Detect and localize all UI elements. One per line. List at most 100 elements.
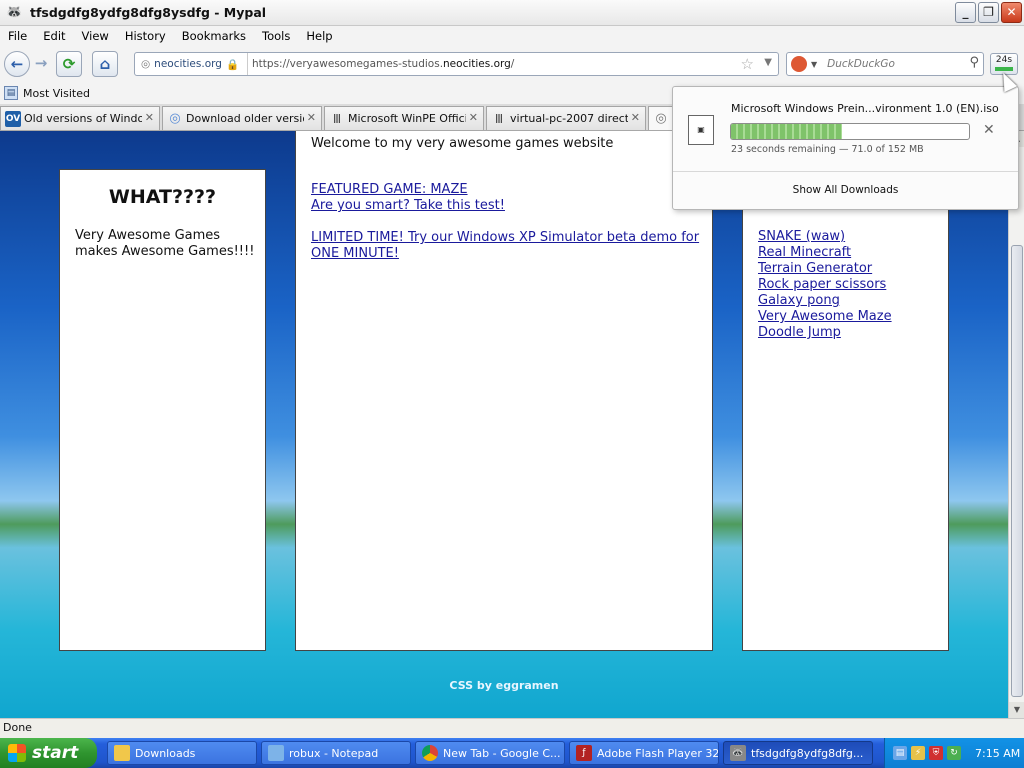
security-shield-icon[interactable]: ⛨ [929, 746, 943, 760]
menu-view[interactable]: View [74, 29, 117, 43]
taskbar-item-downloads[interactable]: Downloads [107, 741, 257, 765]
css-credit: CSS by eggramen [449, 679, 559, 692]
download-file-name[interactable]: Microsoft Windows Prein...vironment 1.0 … [731, 102, 999, 115]
globe-favicon-icon: ◎ [169, 110, 181, 126]
start-button[interactable]: start [0, 738, 97, 768]
game-link-very-awesome-maze[interactable]: Very Awesome Maze [758, 309, 892, 325]
featured-game-link[interactable]: FEATURED GAME: MAZE [311, 182, 468, 198]
menu-bookmarks[interactable]: Bookmarks [174, 29, 254, 43]
window-title: tfsdgdfg8ydfg8dfg8ysdfg - Mypal [30, 5, 267, 20]
taskbar-item-label: tfsdgdfg8ydfg8dfg... [751, 746, 864, 760]
taskbar-item-flash-player[interactable]: ƒ Adobe Flash Player 32 [569, 741, 719, 765]
lock-icon: 🔒 [225, 58, 240, 71]
taskbar: start Downloads robux - Notepad New Tab … [0, 738, 1024, 768]
navigation-toolbar: ← → ⟳ ⌂ ◎ neocities.org 🔒 https://veryaw… [0, 46, 1024, 82]
bookmark-most-visited[interactable]: Most Visited [23, 87, 90, 100]
taskbar-item-label: robux - Notepad [289, 746, 379, 760]
game-link-galaxy-pong[interactable]: Galaxy pong [758, 293, 892, 309]
game-link-snake[interactable]: SNAKE (waw) [758, 229, 892, 245]
taskbar-item-label: Downloads [135, 746, 196, 760]
reload-icon[interactable]: ⟳ [56, 51, 82, 77]
url-bar[interactable]: ◎ neocities.org 🔒 https://veryawesomegam… [134, 52, 779, 76]
left-panel-title: WHAT???? [108, 186, 217, 208]
forward-arrow-icon[interactable]: → [30, 51, 52, 77]
downloads-divider [673, 171, 1018, 172]
close-button[interactable]: ✕ [1001, 2, 1022, 23]
menu-tools[interactable]: Tools [254, 29, 298, 43]
clock: 7:15 AM [975, 746, 1021, 760]
url-domain: neocities.org [443, 58, 511, 70]
tab-label: virtual-pc-2007 directo... [510, 112, 628, 125]
globe-icon: ◎ [141, 58, 151, 70]
show-all-downloads-button[interactable]: Show All Downloads [673, 184, 1018, 196]
download-status-text: 23 seconds remaining — 71.0 of 152 MB [731, 144, 924, 155]
duckduckgo-icon[interactable] [791, 56, 807, 72]
minimize-button[interactable]: _ [955, 2, 976, 23]
taskbar-item-chrome[interactable]: New Tab - Google C... [415, 741, 565, 765]
menu-edit[interactable]: Edit [35, 29, 73, 43]
menu-history[interactable]: History [117, 29, 174, 43]
tab-old-versions[interactable]: OV Old versions of Windo... ✕ [0, 106, 160, 130]
games-list: SNAKE (waw) Real Minecraft Terrain Gener… [758, 229, 892, 341]
url-suffix: / [510, 58, 515, 70]
mypal-raccoon-icon: 🦝 [6, 4, 23, 20]
url-dropdown-icon[interactable]: ▼ [764, 57, 772, 68]
xp-simulator-link[interactable]: LIMITED TIME! Try our Windows XP Simulat… [311, 230, 701, 262]
scrollbar-thumb[interactable] [1011, 245, 1023, 697]
notepad-icon [268, 745, 284, 761]
scroll-down-icon[interactable]: ▼ [1009, 702, 1024, 718]
url-prefix: https://veryawesomegames-studios. [252, 58, 444, 70]
smart-test-link[interactable]: Are you smart? Take this test! [311, 198, 505, 214]
download-progress-fill [731, 124, 843, 139]
taskbar-item-notepad[interactable]: robux - Notepad [261, 741, 411, 765]
url-text[interactable]: https://veryawesomegames-studios.neociti… [252, 58, 514, 70]
tab-close-icon[interactable]: ✕ [469, 111, 478, 124]
game-link-doodle-jump[interactable]: Doodle Jump [758, 325, 892, 341]
start-label: start [32, 743, 79, 763]
back-arrow-icon[interactable]: ← [4, 51, 30, 77]
network-icon[interactable]: ▤ [893, 746, 907, 760]
menu-help[interactable]: Help [298, 29, 340, 43]
bookmark-star-icon[interactable]: ☆ [741, 55, 754, 73]
tab-close-icon[interactable]: ✕ [145, 111, 154, 124]
search-bar[interactable]: ▼ DuckDuckGo ⚲ [786, 52, 984, 76]
safely-remove-icon[interactable]: ⚡ [911, 746, 925, 760]
cancel-download-icon[interactable]: ✕ [983, 122, 995, 138]
left-panel-text: Very Awesome Games makes Awesome Games!!… [75, 228, 255, 259]
flash-player-icon: ƒ [576, 745, 592, 761]
tab-close-icon[interactable]: ✕ [307, 111, 316, 124]
welcome-text: Welcome to my very awesome games website [311, 136, 614, 151]
tab-virtual-pc[interactable]: Ⅲ virtual-pc-2007 directo... ✕ [486, 106, 646, 130]
archive-favicon-icon: Ⅲ [494, 111, 504, 126]
middle-panel: Welcome to my very awesome games website… [295, 131, 713, 651]
iso-file-icon: ▣ [688, 115, 714, 145]
site-identity-button[interactable]: ◎ neocities.org 🔒 [135, 53, 249, 75]
system-tray: ▤ ⚡ ⛨ ↻ 7:15 AM [884, 738, 1024, 768]
download-progress-bar [730, 123, 970, 140]
search-engine-dropdown-icon[interactable]: ▼ [811, 60, 817, 69]
search-magnifier-icon[interactable]: ⚲ [969, 55, 979, 70]
tab-close-icon[interactable]: ✕ [631, 111, 640, 124]
menu-file[interactable]: File [0, 29, 35, 43]
tab-label: Old versions of Windo... [24, 112, 142, 125]
tab-winpe[interactable]: Ⅲ Microsoft WinPE Offici... ✕ [324, 106, 484, 130]
game-link-rock-paper-scissors[interactable]: Rock paper scissors [758, 277, 892, 293]
game-link-terrain-generator[interactable]: Terrain Generator [758, 261, 892, 277]
site-identity-label: neocities.org [154, 58, 222, 70]
tab-label: Microsoft WinPE Offici... [348, 112, 466, 125]
search-placeholder: DuckDuckGo [827, 58, 895, 70]
taskbar-item-mypal[interactable]: 🦝 tfsdgdfg8ydfg8dfg... [723, 741, 873, 765]
update-icon[interactable]: ↻ [947, 746, 961, 760]
title-bar[interactable]: 🦝 tfsdgdfg8ydfg8dfg8ysdfg - Mypal _ ❐ ✕ [0, 0, 1024, 26]
game-link-real-minecraft[interactable]: Real Minecraft [758, 245, 892, 261]
maximize-button[interactable]: ❐ [978, 2, 999, 23]
home-icon[interactable]: ⌂ [92, 51, 118, 77]
right-panel: SNAKE (waw) Real Minecraft Terrain Gener… [742, 169, 949, 651]
windows-flag-icon [8, 744, 26, 762]
vertical-scrollbar[interactable]: ▲ ▼ [1008, 131, 1024, 718]
menu-bar: File Edit View History Bookmarks Tools H… [0, 26, 1024, 46]
web-page-viewport[interactable]: WHAT???? Very Awesome Games makes Awesom… [0, 131, 1008, 718]
window-controls: _ ❐ ✕ [955, 2, 1022, 23]
oldversion-favicon-icon: OV [5, 110, 21, 127]
tab-download-older[interactable]: ◎ Download older versio... ✕ [162, 106, 322, 130]
